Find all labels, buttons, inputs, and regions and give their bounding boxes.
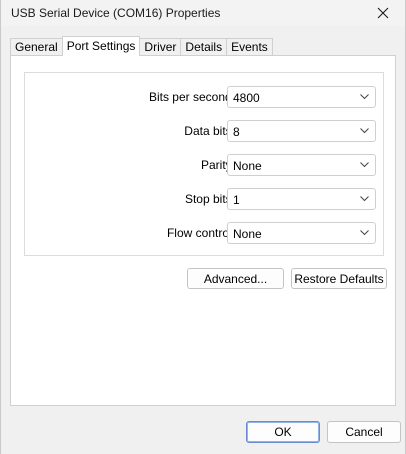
- close-button[interactable]: [367, 0, 399, 26]
- ok-button[interactable]: OK: [246, 421, 320, 443]
- chevron-down-icon: [360, 162, 369, 168]
- tab-details[interactable]: Details: [180, 38, 228, 56]
- parity-row: Parity: None: [25, 154, 385, 176]
- stop-bits-select[interactable]: 1: [227, 188, 376, 210]
- cancel-button[interactable]: Cancel: [327, 421, 401, 443]
- tab-strip: General Port Settings Driver Details Eve…: [10, 36, 273, 56]
- bits-per-second-label: Bits per second:: [148, 90, 235, 104]
- properties-dialog: USB Serial Device (COM16) Properties Gen…: [0, 0, 406, 454]
- flow-control-value: None: [233, 227, 262, 241]
- stop-bits-row: Stop bits: 1: [25, 188, 385, 210]
- chevron-down-icon: [360, 196, 369, 202]
- advanced-button[interactable]: Advanced...: [187, 268, 284, 289]
- settings-group: Bits per second: 4800 Data bits: 8 Parit…: [24, 72, 384, 256]
- data-bits-select[interactable]: 8: [227, 120, 376, 142]
- title-bar[interactable]: USB Serial Device (COM16) Properties: [1, 0, 405, 26]
- chevron-down-icon: [360, 128, 369, 134]
- chevron-down-icon: [360, 94, 369, 100]
- flow-control-label: Flow control:: [166, 226, 235, 240]
- tab-events[interactable]: Events: [226, 38, 273, 56]
- bits-per-second-value: 4800: [233, 91, 260, 105]
- tab-driver[interactable]: Driver: [139, 38, 182, 56]
- parity-select[interactable]: None: [227, 154, 376, 176]
- bits-per-second-select[interactable]: 4800: [227, 86, 376, 108]
- tab-port-settings[interactable]: Port Settings: [61, 36, 141, 56]
- bits-per-second-row: Bits per second: 4800: [25, 86, 385, 108]
- restore-defaults-button[interactable]: Restore Defaults: [291, 268, 387, 289]
- flow-control-select[interactable]: None: [227, 222, 376, 244]
- port-settings-panel: Bits per second: 4800 Data bits: 8 Parit…: [10, 55, 396, 406]
- data-bits-row: Data bits: 8: [25, 120, 385, 142]
- close-icon: [377, 7, 389, 19]
- stop-bits-value: 1: [233, 193, 240, 207]
- flow-control-row: Flow control: None: [25, 222, 385, 244]
- chevron-down-icon: [360, 230, 369, 236]
- window-title: USB Serial Device (COM16) Properties: [11, 6, 221, 20]
- parity-value: None: [233, 159, 262, 173]
- data-bits-value: 8: [233, 125, 240, 139]
- tab-general[interactable]: General: [10, 38, 63, 56]
